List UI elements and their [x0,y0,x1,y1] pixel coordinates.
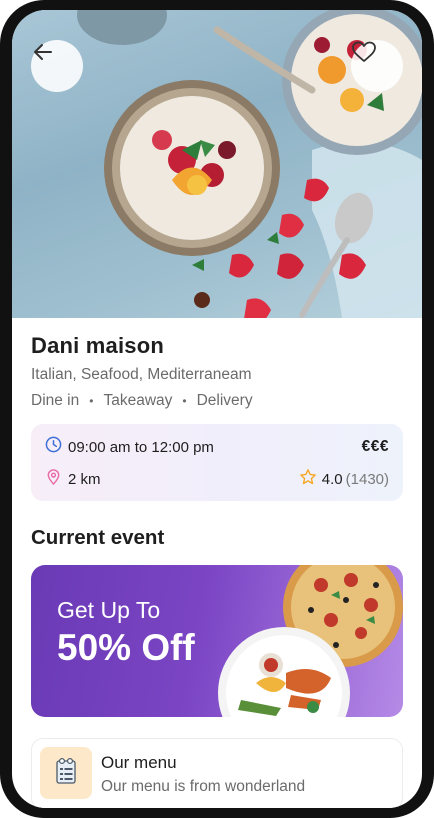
menu-icon-box [40,747,92,799]
rating-value: 4.0 [321,471,343,488]
screen: Dani maison Italian, Seafood, Mediterran… [12,10,422,808]
review-count: (1430) [345,471,389,488]
hero-image [12,10,422,318]
menu-title: Our menu [101,753,177,772]
cuisine-list: Italian, Seafood, Mediterraneam [31,366,252,383]
phone-frame: Dani maison Italian, Seafood, Mediterran… [0,0,434,818]
price-level: €€€ [361,438,389,455]
service-delivery: Delivery [196,392,253,409]
promo-headline: Get Up To [57,597,161,623]
menu-subtitle: Our menu is from wonderland [101,778,306,795]
star-icon [299,468,317,491]
back-button[interactable] [31,40,83,92]
promo-banner[interactable]: Get Up To 50% Off [31,565,403,717]
hours-row: 09:00 am to 12:00 pm €€€ [45,436,389,458]
location-pin-icon [45,468,62,491]
service-options: Dine in • Takeaway • Delivery [31,392,253,410]
our-menu-card[interactable]: Our menu Our menu is from wonderland [31,738,403,808]
info-card: 09:00 am to 12:00 pm €€€ 2 km 4.0 (1430) [31,424,403,501]
service-dine-in: Dine in [31,392,80,409]
separator-dot: • [89,394,94,408]
service-takeaway: Takeaway [103,392,173,409]
clock-icon [45,436,62,458]
menu-book-icon [54,757,78,790]
section-title-current-event: Current event [31,526,165,549]
favorite-button[interactable] [351,40,403,92]
distance: 2 km [68,471,101,488]
opening-hours: 09:00 am to 12:00 pm [68,438,214,456]
promo-discount: 50% Off [57,627,195,668]
restaurant-name: Dani maison [31,333,165,358]
separator-dot: • [182,394,187,408]
rating-group: 4.0 (1430) [299,468,389,491]
distance-row: 2 km 4.0 (1430) [45,468,389,491]
